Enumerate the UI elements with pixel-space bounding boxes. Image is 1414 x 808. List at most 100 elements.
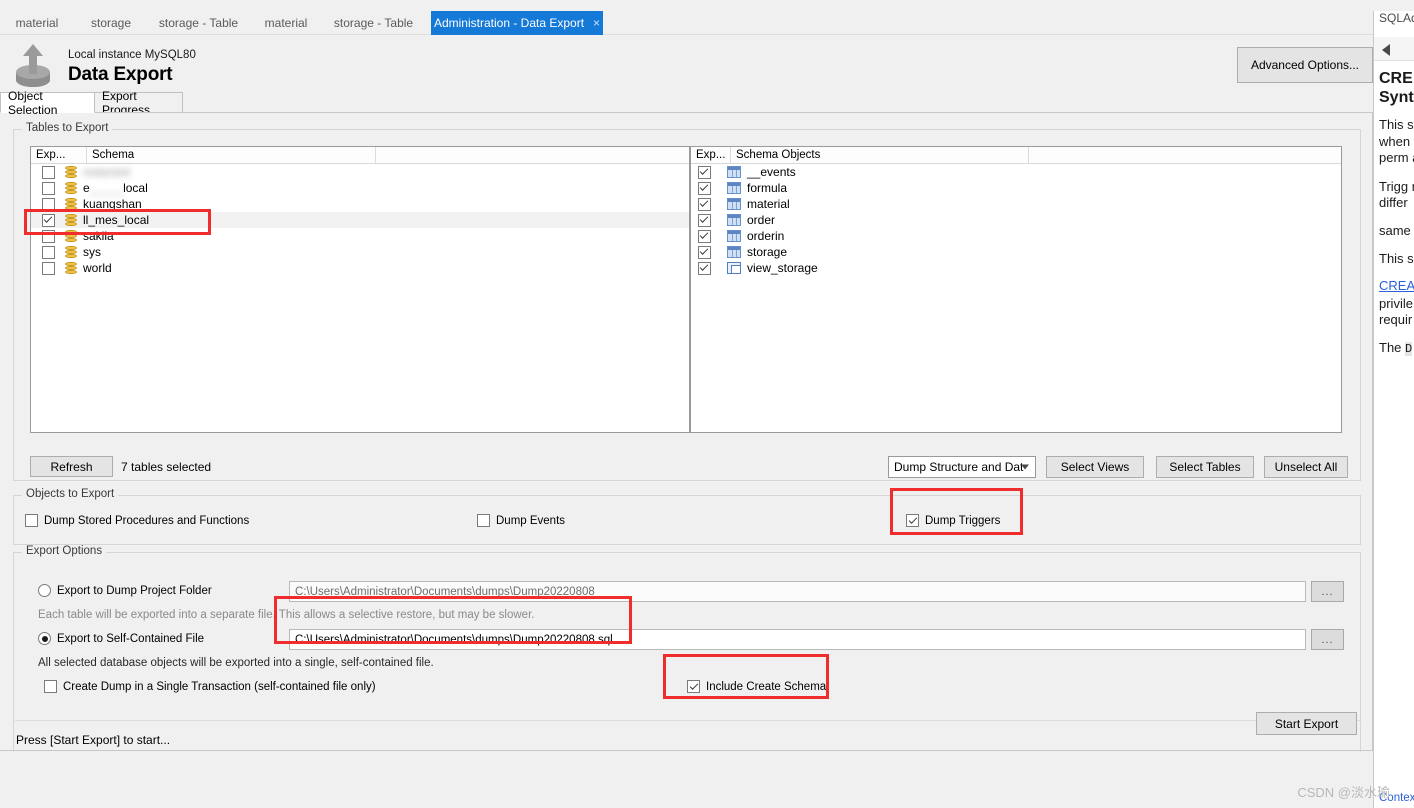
schema-object-row[interactable]: orderin [691,228,1341,244]
tab-material-1[interactable]: material [0,11,74,35]
object-row-label-cell: view_storage [727,261,818,275]
tab-object-selection[interactable]: Object Selection [0,89,95,117]
checkbox-unchecked-icon[interactable] [44,680,57,693]
schema-list[interactable]: Exp... Schema redacted e_____local kuang… [30,146,690,433]
back-arrow-icon[interactable] [1382,44,1390,56]
dump-triggers-checkbox[interactable]: Dump Triggers [906,514,1000,527]
tab-storage-table-1[interactable]: storage - Table [148,11,249,35]
schema-row-label: sys [83,245,101,259]
checkbox-checked-icon[interactable] [697,181,711,195]
page-title: Data Export [68,64,173,85]
schema-object-row[interactable]: order [691,212,1341,228]
database-icon [65,181,77,195]
checkbox-checked-icon[interactable] [697,165,711,179]
tab-material-2[interactable]: material [249,11,323,35]
single-transaction-checkbox[interactable]: Create Dump in a Single Transaction (sel… [44,680,376,693]
schema-row-checkbox-cell[interactable] [31,261,65,275]
checkbox-checked-icon[interactable] [697,245,711,259]
checkbox-unchecked-icon[interactable] [477,514,490,527]
refresh-button[interactable]: Refresh [30,456,113,477]
chevron-down-icon[interactable] [1021,464,1029,470]
dump-project-folder-browse-button[interactable]: ... [1311,581,1344,602]
schema-row[interactable]: sys [31,244,689,260]
sidebar-toolbar [1374,37,1414,61]
self-contained-file-path-value: C:\Users\Administrator\Documents\dumps\D… [295,633,613,646]
schema-row-checkbox-cell[interactable] [31,245,65,259]
tab-label: Administration - Data Export [433,16,585,30]
schema-row[interactable]: sakila [31,228,689,244]
checkbox-unchecked-icon[interactable] [41,181,55,195]
object-row-label: formula [747,181,788,195]
schema-row-selected[interactable]: ll_mes_local [31,212,689,228]
schema-row-checkbox-cell[interactable] [31,165,65,179]
advanced-options-button[interactable]: Advanced Options... [1237,47,1373,83]
radio-unselected-icon[interactable] [38,584,51,597]
watermark: CSDN @淡水瑜 [1297,785,1390,800]
object-row-checkbox-cell[interactable] [691,197,717,211]
schema-row-checkbox-cell[interactable] [31,181,65,195]
checkbox-checked-icon[interactable] [906,514,919,527]
schema-list-col-export: Exp... [31,147,87,163]
checkbox-unchecked-icon[interactable] [41,261,55,275]
schema-row[interactable]: world [31,260,689,276]
radio-selected-icon[interactable] [38,632,51,645]
schema-row-checkbox-cell[interactable] [31,213,65,227]
object-row-checkbox-cell[interactable] [691,229,717,243]
schema-row-label: ll_mes_local [83,213,150,227]
select-tables-button[interactable]: Select Tables [1156,456,1254,478]
object-row-checkbox-cell[interactable] [691,261,717,275]
schema-object-row[interactable]: formula [691,180,1341,196]
tab-storage-table-2[interactable]: storage - Table [323,11,424,35]
schema-objects-list[interactable]: Exp... Schema Objects __events formula m… [690,146,1342,433]
export-to-dump-project-folder-radio[interactable]: Export to Dump Project Folder [38,584,212,597]
checkbox-checked-icon[interactable] [697,261,711,275]
database-icon [65,213,77,227]
schema-row-label-cell: ll_mes_local [65,213,149,227]
schema-row[interactable]: redacted [31,164,689,180]
schema-object-row[interactable]: storage [691,244,1341,260]
checkbox-unchecked-icon[interactable] [41,245,55,259]
schema-row-label: sakila [83,229,114,243]
unselect-all-button[interactable]: Unselect All [1264,456,1348,478]
dump-events-label: Dump Events [496,514,566,527]
object-row-checkbox-cell[interactable] [691,245,717,259]
self-contained-file-path-input[interactable]: C:\Users\Administrator\Documents\dumps\D… [289,629,1306,650]
tab-administration-data-export[interactable]: Administration - Data Export × [431,11,603,35]
schema-row-checkbox-cell[interactable] [31,197,65,211]
dump-project-folder-path-value: C:\Users\Administrator\Documents\dumps\D… [295,585,595,598]
include-create-schema-checkbox[interactable]: Include Create Schema [687,680,826,693]
select-views-button[interactable]: Select Views [1046,456,1144,478]
checkbox-checked-icon[interactable] [687,680,700,693]
object-row-checkbox-cell[interactable] [691,165,717,179]
schema-row-checkbox-cell[interactable] [31,229,65,243]
checkbox-unchecked-icon[interactable] [41,197,55,211]
schema-object-row[interactable]: __events [691,164,1341,180]
checkbox-checked-icon[interactable] [697,229,711,243]
schema-row[interactable]: e_____local [31,180,689,196]
schema-row[interactable]: kuangshan [31,196,689,212]
checkbox-checked-icon[interactable] [697,213,711,227]
checkbox-unchecked-icon[interactable] [41,165,55,179]
checkbox-checked-icon[interactable] [697,197,711,211]
close-icon[interactable]: × [593,17,600,29]
dump-events-checkbox[interactable]: Dump Events [477,514,565,527]
object-row-checkbox-cell[interactable] [691,213,717,227]
checkbox-unchecked-icon[interactable] [25,514,38,527]
tab-label: storage - Table [158,16,239,30]
sidebar-title: SQLAd [1379,11,1414,25]
checkbox-checked-icon[interactable] [41,213,55,227]
dump-mode-value: Dump Structure and Dat [894,460,1024,474]
start-export-button-main[interactable]: Start Export [1256,712,1357,735]
schema-object-row[interactable]: view_storage [691,260,1341,276]
export-to-self-contained-file-radio[interactable]: Export to Self-Contained File [38,632,204,645]
checkbox-unchecked-icon[interactable] [41,229,55,243]
schema-object-row[interactable]: material [691,196,1341,212]
dump-mode-select[interactable]: Dump Structure and Dat [888,456,1036,478]
dump-stored-procedures-checkbox[interactable]: Dump Stored Procedures and Functions [25,514,249,527]
tab-storage-1[interactable]: storage [74,11,148,35]
tab-export-progress[interactable]: Export Progress [94,89,183,117]
self-contained-file-browse-button[interactable]: ... [1311,629,1344,650]
object-row-checkbox-cell[interactable] [691,181,717,195]
dump-project-folder-path-input[interactable]: C:\Users\Administrator\Documents\dumps\D… [289,581,1306,602]
schema-list-header: Exp... Schema [31,147,689,164]
